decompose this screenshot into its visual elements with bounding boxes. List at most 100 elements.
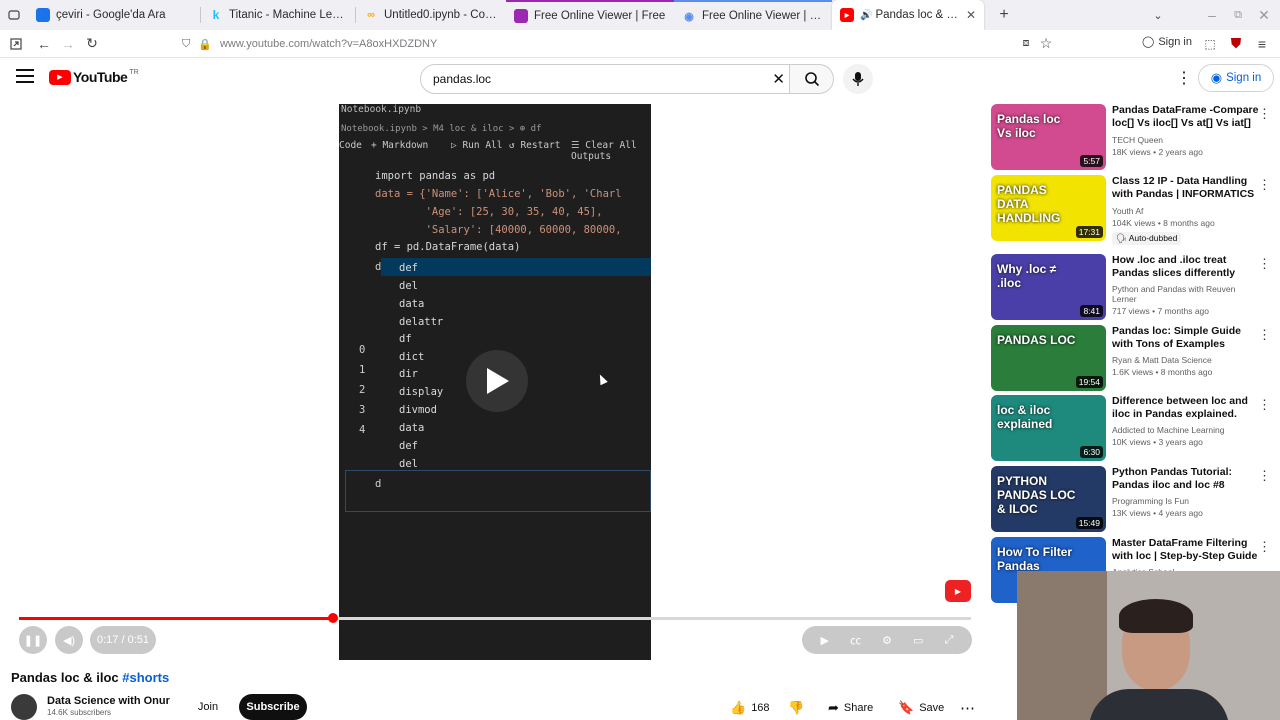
row-number: 2 — [359, 384, 366, 396]
browser-tab-2[interactable]: k Titanic - Machine Learning — [201, 0, 355, 30]
code-line-3: 'Age': [25, 30, 35, 40, 45], — [375, 206, 603, 218]
code-line-1: import pandas as pd — [375, 170, 496, 182]
more-options-icon[interactable]: ⋮ — [1258, 468, 1271, 484]
browser-signin-button[interactable]: ◯ Sign in — [1142, 35, 1192, 49]
tab-overview-icon[interactable] — [0, 3, 28, 27]
recommendation-channel[interactable]: Youth Af — [1112, 206, 1260, 216]
video-progress-bar[interactable] — [19, 613, 971, 623]
recommendation-item[interactable]: Pandas loc Vs iloc 5:57 Pandas DataFrame -… — [991, 104, 1271, 170]
autoplay-toggle-icon[interactable]: ▶ — [821, 634, 829, 647]
right-controls: ▶ ㏄ ⚙ ▭ ⤢ — [802, 626, 972, 654]
hamburger-menu-icon[interactable] — [16, 69, 34, 83]
more-options-icon[interactable]: ⋮ — [1258, 539, 1271, 555]
more-options-icon[interactable]: ⋮ — [1258, 106, 1271, 122]
pause-button[interactable]: ❚❚ — [19, 626, 47, 654]
recommendation-title[interactable]: How .loc and .iloc treat Pandas slices d… — [1112, 254, 1260, 280]
recommendation-item[interactable]: Why .loc ≠ .iloc 8:41 How .loc and .iloc t… — [991, 254, 1271, 320]
browser-tab-4[interactable]: Free Online Viewer | Free — [506, 0, 674, 30]
browser-signin-label: Sign in — [1158, 35, 1192, 48]
reload-icon[interactable]: ↻ — [80, 32, 104, 56]
time-text: 0:17 / 0:51 — [97, 634, 149, 646]
back-icon[interactable]: ← — [32, 32, 56, 56]
video-thumbnail[interactable]: PANDAS LOC 19:54 — [991, 325, 1106, 391]
dislike-button[interactable]: 👎 — [788, 696, 804, 720]
minimize-icon[interactable]: – — [1200, 3, 1224, 27]
autocomplete-item: del — [399, 280, 418, 292]
extensions-icon[interactable]: ⬚ — [1198, 32, 1222, 56]
close-tab-icon[interactable]: ✕ — [966, 8, 976, 22]
clear-search-icon[interactable]: ✕ — [772, 70, 785, 88]
recommendation-channel[interactable]: TECH Queen — [1112, 135, 1260, 145]
browser-tab-3[interactable]: ∞ Untitled0.ipynb - Colab — [356, 0, 506, 30]
thumbnail-text: PANDAS DATA HANDLING — [997, 183, 1061, 225]
recommendation-title[interactable]: Pandas DataFrame -Compare loc[] Vs iloc[… — [1112, 104, 1260, 131]
restore-icon[interactable]: ⧉ — [1226, 3, 1250, 27]
recommendation-item[interactable]: PYTHON PANDAS LOC & ILOC 15:49 Python Pand… — [991, 466, 1271, 532]
search-input[interactable]: pandas.loc ✕ — [420, 64, 790, 94]
fullscreen-icon[interactable]: ⤢ — [945, 634, 954, 647]
close-window-icon[interactable]: ✕ — [1252, 3, 1276, 27]
youtube-logo[interactable]: ▶ YouTube TR — [49, 69, 139, 85]
recommendation-channel[interactable]: Python and Pandas with Reuven Lerner — [1112, 284, 1260, 304]
recommendation-item[interactable]: PANDAS LOC 19:54 Pandas loc: Simple Guide … — [991, 325, 1271, 391]
recommendation-item[interactable]: PANDAS DATA HANDLING 17:31 Class 12 IP - D… — [991, 175, 1271, 245]
search-button[interactable] — [790, 64, 834, 94]
more-options-icon[interactable]: ⋮ — [1258, 327, 1271, 343]
menu-icon[interactable]: ≡ — [1250, 32, 1274, 56]
account-icon: ◯ — [1142, 36, 1155, 48]
like-button[interactable]: 👍 168 — [730, 696, 770, 720]
video-thumbnail[interactable]: PYTHON PANDAS LOC & ILOC 15:49 — [991, 466, 1106, 532]
save-button[interactable]: 🔖 Save — [898, 696, 944, 720]
autocomplete-item: dict — [399, 351, 425, 363]
settings-gear-icon[interactable]: ⚙ — [882, 634, 892, 647]
browser-tab-5[interactable]: ◉ Free Online Viewer | Free — [674, 0, 832, 30]
more-options-icon[interactable]: ⋮ — [1258, 256, 1271, 272]
tab-list-chevron-icon[interactable]: ⌄ — [1146, 3, 1170, 27]
join-button[interactable]: Join — [187, 694, 229, 720]
code-cell-input — [345, 470, 651, 512]
video-thumbnail[interactable]: loc & iloc explained 6:30 — [991, 395, 1106, 461]
theater-mode-icon[interactable]: ▭ — [913, 634, 923, 647]
more-options-icon[interactable]: ⋮ — [1258, 177, 1271, 193]
settings-more-icon[interactable]: ⋮ — [1176, 68, 1192, 88]
more-options-icon[interactable]: ⋮ — [1258, 397, 1271, 413]
browser-tab-1[interactable]: çeviri - Google'da Ara — [28, 0, 200, 30]
address-bar[interactable]: ⛉ 🔒 www.youtube.com/watch?v=A8oxHXDZDNY — [182, 33, 1062, 55]
progress-scrubber[interactable] — [328, 613, 339, 623]
captions-icon[interactable]: ㏄ — [850, 632, 861, 648]
voice-search-button[interactable] — [843, 64, 873, 94]
forward-icon[interactable]: → — [56, 32, 80, 56]
ublock-icon[interactable]: ⛊ — [1224, 32, 1248, 56]
video-thumbnail[interactable]: Pandas loc Vs iloc 5:57 — [991, 104, 1106, 170]
signin-button[interactable]: ◉ Sign in — [1198, 64, 1274, 92]
subscribe-button[interactable]: Subscribe — [239, 694, 307, 720]
recommendation-item[interactable]: loc & iloc explained 6:30 Difference betwe… — [991, 395, 1271, 461]
bookmark-star-icon[interactable]: ☆ — [1034, 32, 1058, 56]
recommendation-title[interactable]: Class 12 IP - Data Handling with Pandas … — [1112, 175, 1260, 202]
volume-button[interactable]: ◀) — [55, 626, 83, 654]
search-query: pandas.loc — [433, 72, 492, 86]
video-thumbnail[interactable]: Why .loc ≠ .iloc 8:41 — [991, 254, 1106, 320]
browser-tab-strip: çeviri - Google'da Ara k Titanic - Machi… — [0, 0, 1280, 30]
browser-tab-active[interactable]: ▶ 🔊 Pandas loc & iloc #sho ✕ — [832, 0, 984, 30]
subscribe-watermark-icon[interactable]: ▶ — [945, 580, 971, 602]
video-thumbnail[interactable]: PANDAS DATA HANDLING 17:31 — [991, 175, 1106, 241]
share-button[interactable]: ➦ Share — [828, 696, 873, 720]
recommendation-title[interactable]: Difference between loc and iloc in Panda… — [1112, 395, 1260, 421]
recommendation-title[interactable]: Pandas loc: Simple Guide with Tons of Ex… — [1112, 325, 1260, 351]
autocomplete-item: del — [399, 458, 418, 470]
more-actions-icon[interactable]: ⋯ — [960, 696, 975, 720]
play-overlay-button[interactable] — [466, 350, 528, 412]
play-icon — [487, 368, 509, 394]
new-tab-icon[interactable]: + — [992, 3, 1016, 27]
recommendation-channel[interactable]: Addicted to Machine Learning — [1112, 425, 1260, 435]
recommendation-channel[interactable]: Ryan & Matt Data Science — [1112, 355, 1260, 365]
channel-name[interactable]: Data Science with Onur — [47, 696, 177, 707]
recommendation-channel[interactable]: Programming Is Fun — [1112, 496, 1260, 506]
hashtag-link[interactable]: #shorts — [122, 670, 169, 685]
auto-dubbed-badge: 🗣 Auto-dubbed — [1112, 232, 1182, 245]
recommendation-title[interactable]: Python Pandas Tutorial: Pandas iloc and … — [1112, 466, 1260, 492]
sidebar-toggle-icon[interactable] — [4, 32, 28, 56]
channel-avatar[interactable] — [11, 694, 37, 720]
recommendation-title[interactable]: Master DataFrame Filtering with loc | St… — [1112, 537, 1260, 563]
